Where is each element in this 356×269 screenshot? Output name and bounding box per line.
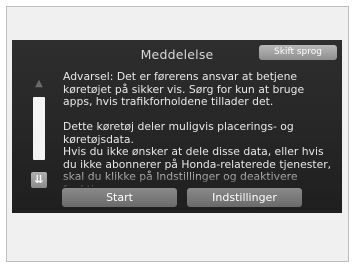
text-fade-overlay [52, 167, 342, 189]
notification-screen: Meddelelse Skift sprog ▲ ⇊ Advarsel: Det… [12, 40, 342, 213]
double-chevron-down-icon[interactable]: ⇊ [31, 172, 47, 188]
scroll-thumb[interactable] [33, 97, 45, 160]
scrollbar[interactable]: ▲ ⇊ [31, 72, 47, 200]
change-language-button[interactable]: Skift sprog [259, 45, 337, 60]
data-sharing-paragraph: Dette køretøj deler muligvis placerings-… [63, 120, 294, 146]
warning-paragraph: Advarsel: Det er førerens ansvar at betj… [63, 71, 305, 108]
settings-button[interactable]: Indstillinger [187, 188, 302, 207]
start-button[interactable]: Start [62, 188, 177, 207]
chevron-up-icon[interactable]: ▲ [31, 77, 47, 91]
